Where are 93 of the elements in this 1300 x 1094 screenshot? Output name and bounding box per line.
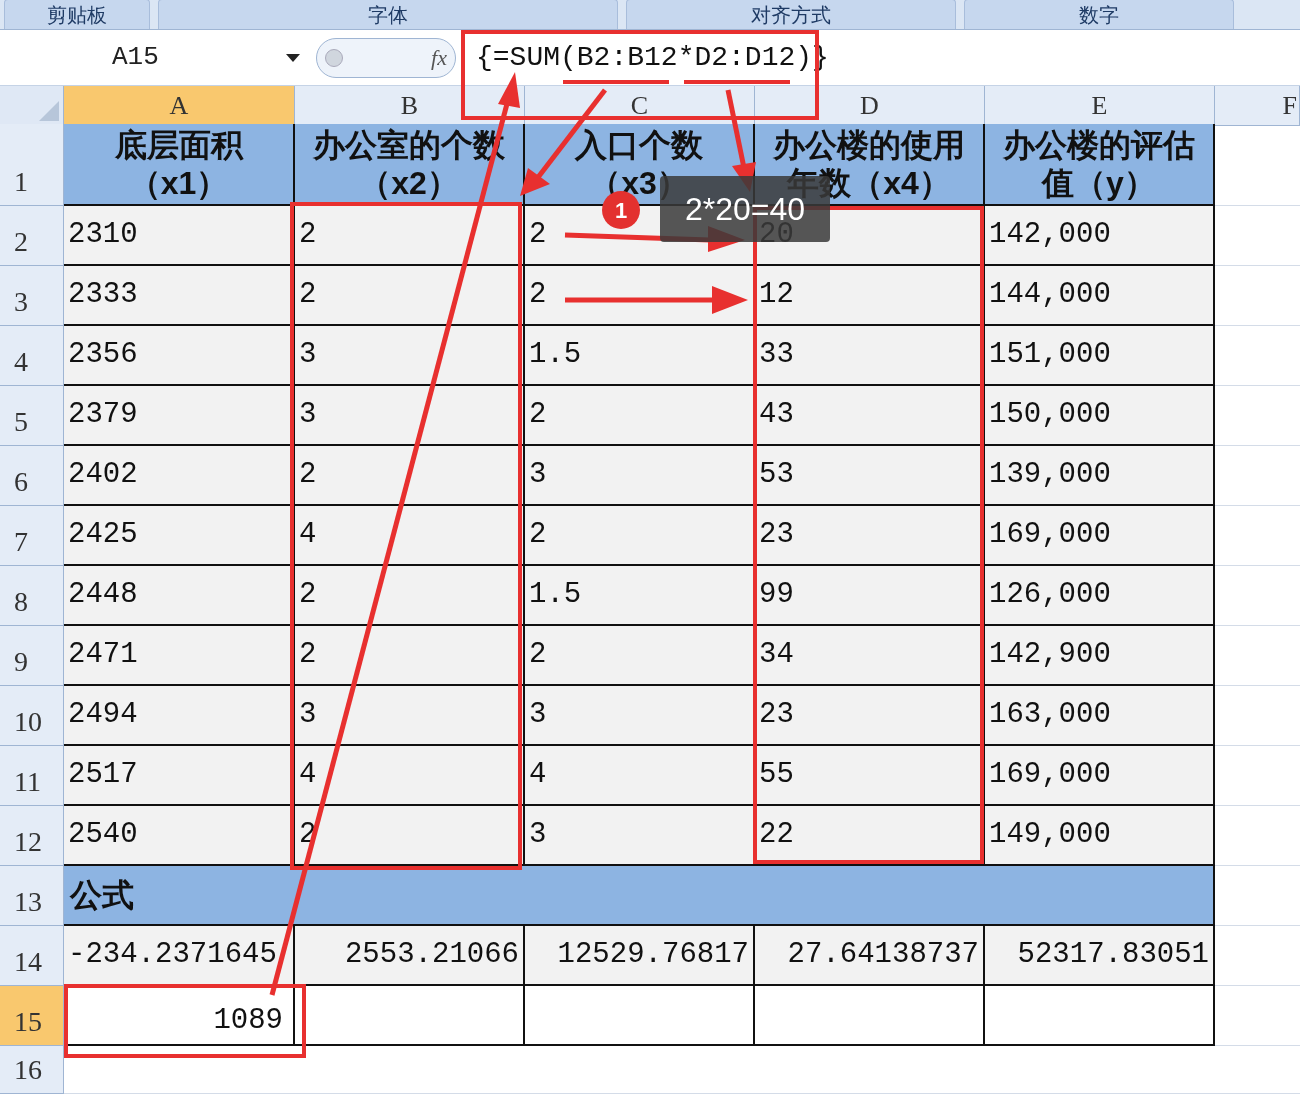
table-cell-text: 2 — [299, 277, 317, 314]
table-cell-text: 4 — [299, 757, 317, 794]
table-cell-text: 2471 — [68, 637, 138, 674]
dropdown-icon[interactable] — [286, 53, 300, 62]
table-cell-text: 142,900 — [989, 637, 1111, 674]
table-cell-text: 2540 — [68, 817, 138, 854]
row-header[interactable]: 10 — [0, 686, 64, 746]
corner-triangle-icon — [39, 101, 59, 121]
table-cell-text: 23 — [759, 697, 794, 734]
row-header[interactable]: 8 — [0, 566, 64, 626]
row-header[interactable]: 5 — [0, 386, 64, 446]
table-cell-text: 2 — [299, 217, 317, 254]
table-cell-text: 3 — [299, 397, 317, 434]
table-cell-text: 2356 — [68, 337, 138, 374]
row-header[interactable]: 15 — [0, 986, 64, 1046]
table-cell-text: 4 — [529, 757, 547, 794]
column-header[interactable]: F — [1215, 86, 1300, 126]
table-cell-text: 3 — [299, 697, 317, 734]
table-cell-text: 2379 — [68, 397, 138, 434]
table-cell-text: 4 — [299, 517, 317, 554]
ribbon-group-label: 字体 — [368, 4, 408, 25]
table-cell-text: 2 — [529, 517, 547, 554]
table-cell-text: 149,000 — [989, 817, 1111, 854]
table-cell-text: 3 — [529, 457, 547, 494]
formula-bar-handle[interactable]: fx — [316, 37, 456, 78]
column-header[interactable]: A — [64, 86, 295, 126]
table-cell-text: 55 — [759, 757, 794, 794]
table-cell-text: 3 — [529, 697, 547, 734]
row-header[interactable]: 14 — [0, 926, 64, 986]
table-cell-text: 2 — [299, 637, 317, 674]
table-cell-text: 2 — [529, 397, 547, 434]
table-cell-text: 2448 — [68, 577, 138, 614]
row-header[interactable]: 16 — [0, 1046, 64, 1094]
table-cell-text: 99 — [759, 577, 794, 614]
table-cell-text: 2 — [529, 277, 547, 314]
table-cell-text: 150,000 — [989, 397, 1111, 434]
table-cell-text: 52317.83051 — [1017, 937, 1209, 974]
table-cell-text: 公式 — [70, 876, 134, 915]
table-cell-text: 2517 — [68, 757, 138, 794]
table-cell-text: 142,000 — [989, 217, 1111, 254]
table-cell-text: 2553.21066 — [344, 937, 519, 974]
table-cell-text: 底层面积（x1） — [113, 126, 245, 202]
name-box[interactable]: A15 — [0, 37, 310, 78]
table-cell-text: 2310 — [68, 217, 138, 254]
table-cell-text: 1.5 — [529, 337, 582, 374]
row-header[interactable]: 3 — [0, 266, 64, 326]
table-cell-text: 27.64138737 — [787, 937, 979, 974]
table-cell-text: 2 — [299, 457, 317, 494]
row-header[interactable]: 13 — [0, 866, 64, 926]
row-header[interactable]: 9 — [0, 626, 64, 686]
table-cell-text: 办公楼的评估值（y） — [1002, 126, 1196, 202]
table-cell-text: -234.2371645 — [68, 937, 277, 974]
table-cell-text: 151,000 — [989, 337, 1111, 374]
table-cell-text: 139,000 — [989, 457, 1111, 494]
table-cell-text: 23 — [759, 517, 794, 554]
row-header[interactable]: 6 — [0, 446, 64, 506]
table-cell-text: 126,000 — [989, 577, 1111, 614]
table-cell-text: 34 — [759, 637, 794, 674]
row-header[interactable]: 4 — [0, 326, 64, 386]
table-cell-text: 12529.76817 — [557, 937, 749, 974]
table-cell-text: 2402 — [68, 457, 138, 494]
row-header[interactable]: 1 — [0, 124, 64, 206]
table-cell-text: 3 — [529, 817, 547, 854]
table-cell-text: 12 — [759, 277, 794, 314]
table-cell-text: 2333 — [68, 277, 138, 314]
table-cell-text: 1.5 — [529, 577, 582, 614]
ribbon-group-label: 数字 — [1079, 4, 1119, 25]
ribbon-group-label: 剪贴板 — [47, 4, 107, 25]
knob-icon — [325, 48, 343, 67]
table-cell-text: 43 — [759, 397, 794, 434]
cell-reference: A15 — [112, 41, 159, 74]
table-cell-text: 2425 — [68, 517, 138, 554]
table-cell-text: 169,000 — [989, 757, 1111, 794]
table-cell-text: 1089 — [213, 1002, 283, 1039]
column-header[interactable]: E — [985, 86, 1215, 126]
row-header[interactable]: 7 — [0, 506, 64, 566]
table-cell-text: 3 — [299, 337, 317, 374]
table-cell-text: 2 — [529, 217, 547, 254]
table-cell-text: 53 — [759, 457, 794, 494]
table-cell-text: 163,000 — [989, 697, 1111, 734]
table-cell-text: 169,000 — [989, 517, 1111, 554]
table-cell-text: 144,000 — [989, 277, 1111, 314]
table-cell-text: 33 — [759, 337, 794, 374]
table-cell-text: 2494 — [68, 697, 138, 734]
table-cell-text: 22 — [759, 817, 794, 854]
row-header[interactable]: 11 — [0, 746, 64, 806]
function-button[interactable]: fx — [431, 41, 447, 74]
row-header[interactable]: 2 — [0, 206, 64, 266]
ribbon-group-label: 对齐方式 — [751, 4, 831, 25]
row-header[interactable]: 12 — [0, 806, 64, 866]
table-cell-text: 2 — [299, 577, 317, 614]
table-cell-text: 2 — [529, 637, 547, 674]
column-header[interactable]: D — [755, 86, 985, 126]
